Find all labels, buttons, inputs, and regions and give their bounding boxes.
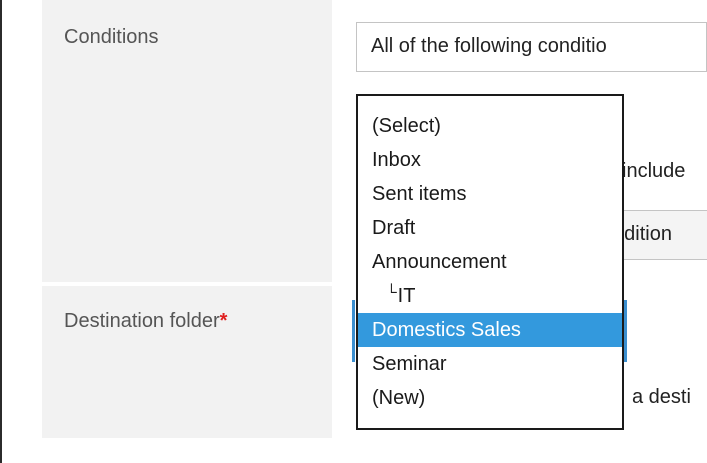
option-seminar[interactable]: Seminar — [358, 347, 622, 381]
option-draft[interactable]: Draft — [358, 211, 622, 245]
conditions-match-select[interactable]: All of the following conditio — [356, 22, 707, 72]
option-label: Sent items — [372, 183, 467, 205]
option-label: Domestics Sales — [372, 319, 521, 341]
option-label: IT — [397, 285, 416, 307]
option-sent-items[interactable]: Sent items — [358, 177, 622, 211]
subfolder-corner-icon: └ — [386, 284, 397, 301]
option-new[interactable]: (New) — [358, 381, 622, 415]
required-asterisk: * — [219, 310, 228, 332]
destination-label-cell — [42, 286, 332, 438]
option-label: Seminar — [372, 353, 447, 375]
destination-hint-text: a desti — [632, 386, 691, 408]
option-label: Inbox — [372, 149, 421, 171]
conditions-label: Conditions — [64, 26, 159, 48]
window-left-border — [0, 0, 2, 463]
destination-folder-label: Destination folder* — [64, 310, 227, 333]
option-domestics-sales[interactable]: Domestics Sales — [358, 313, 622, 347]
destination-folder-dropdown[interactable]: (Select) Inbox Sent items Draft Announce… — [356, 94, 624, 430]
destination-folder-select-edge-left — [352, 300, 355, 362]
option-label: (Select) — [372, 115, 441, 137]
option-it[interactable]: └IT — [358, 279, 622, 313]
option-announcement[interactable]: Announcement — [358, 245, 622, 279]
destination-folder-select-edge-right — [624, 300, 627, 362]
option-label: Draft — [372, 217, 416, 239]
destination-folder-label-text: Destination folder — [64, 310, 220, 332]
condition-operator-select[interactable]: include — [622, 160, 707, 183]
option-label: (New) — [372, 387, 426, 409]
option-inbox[interactable]: Inbox — [358, 143, 622, 177]
option-select[interactable]: (Select) — [358, 109, 622, 143]
option-label: Announcement — [372, 251, 507, 273]
